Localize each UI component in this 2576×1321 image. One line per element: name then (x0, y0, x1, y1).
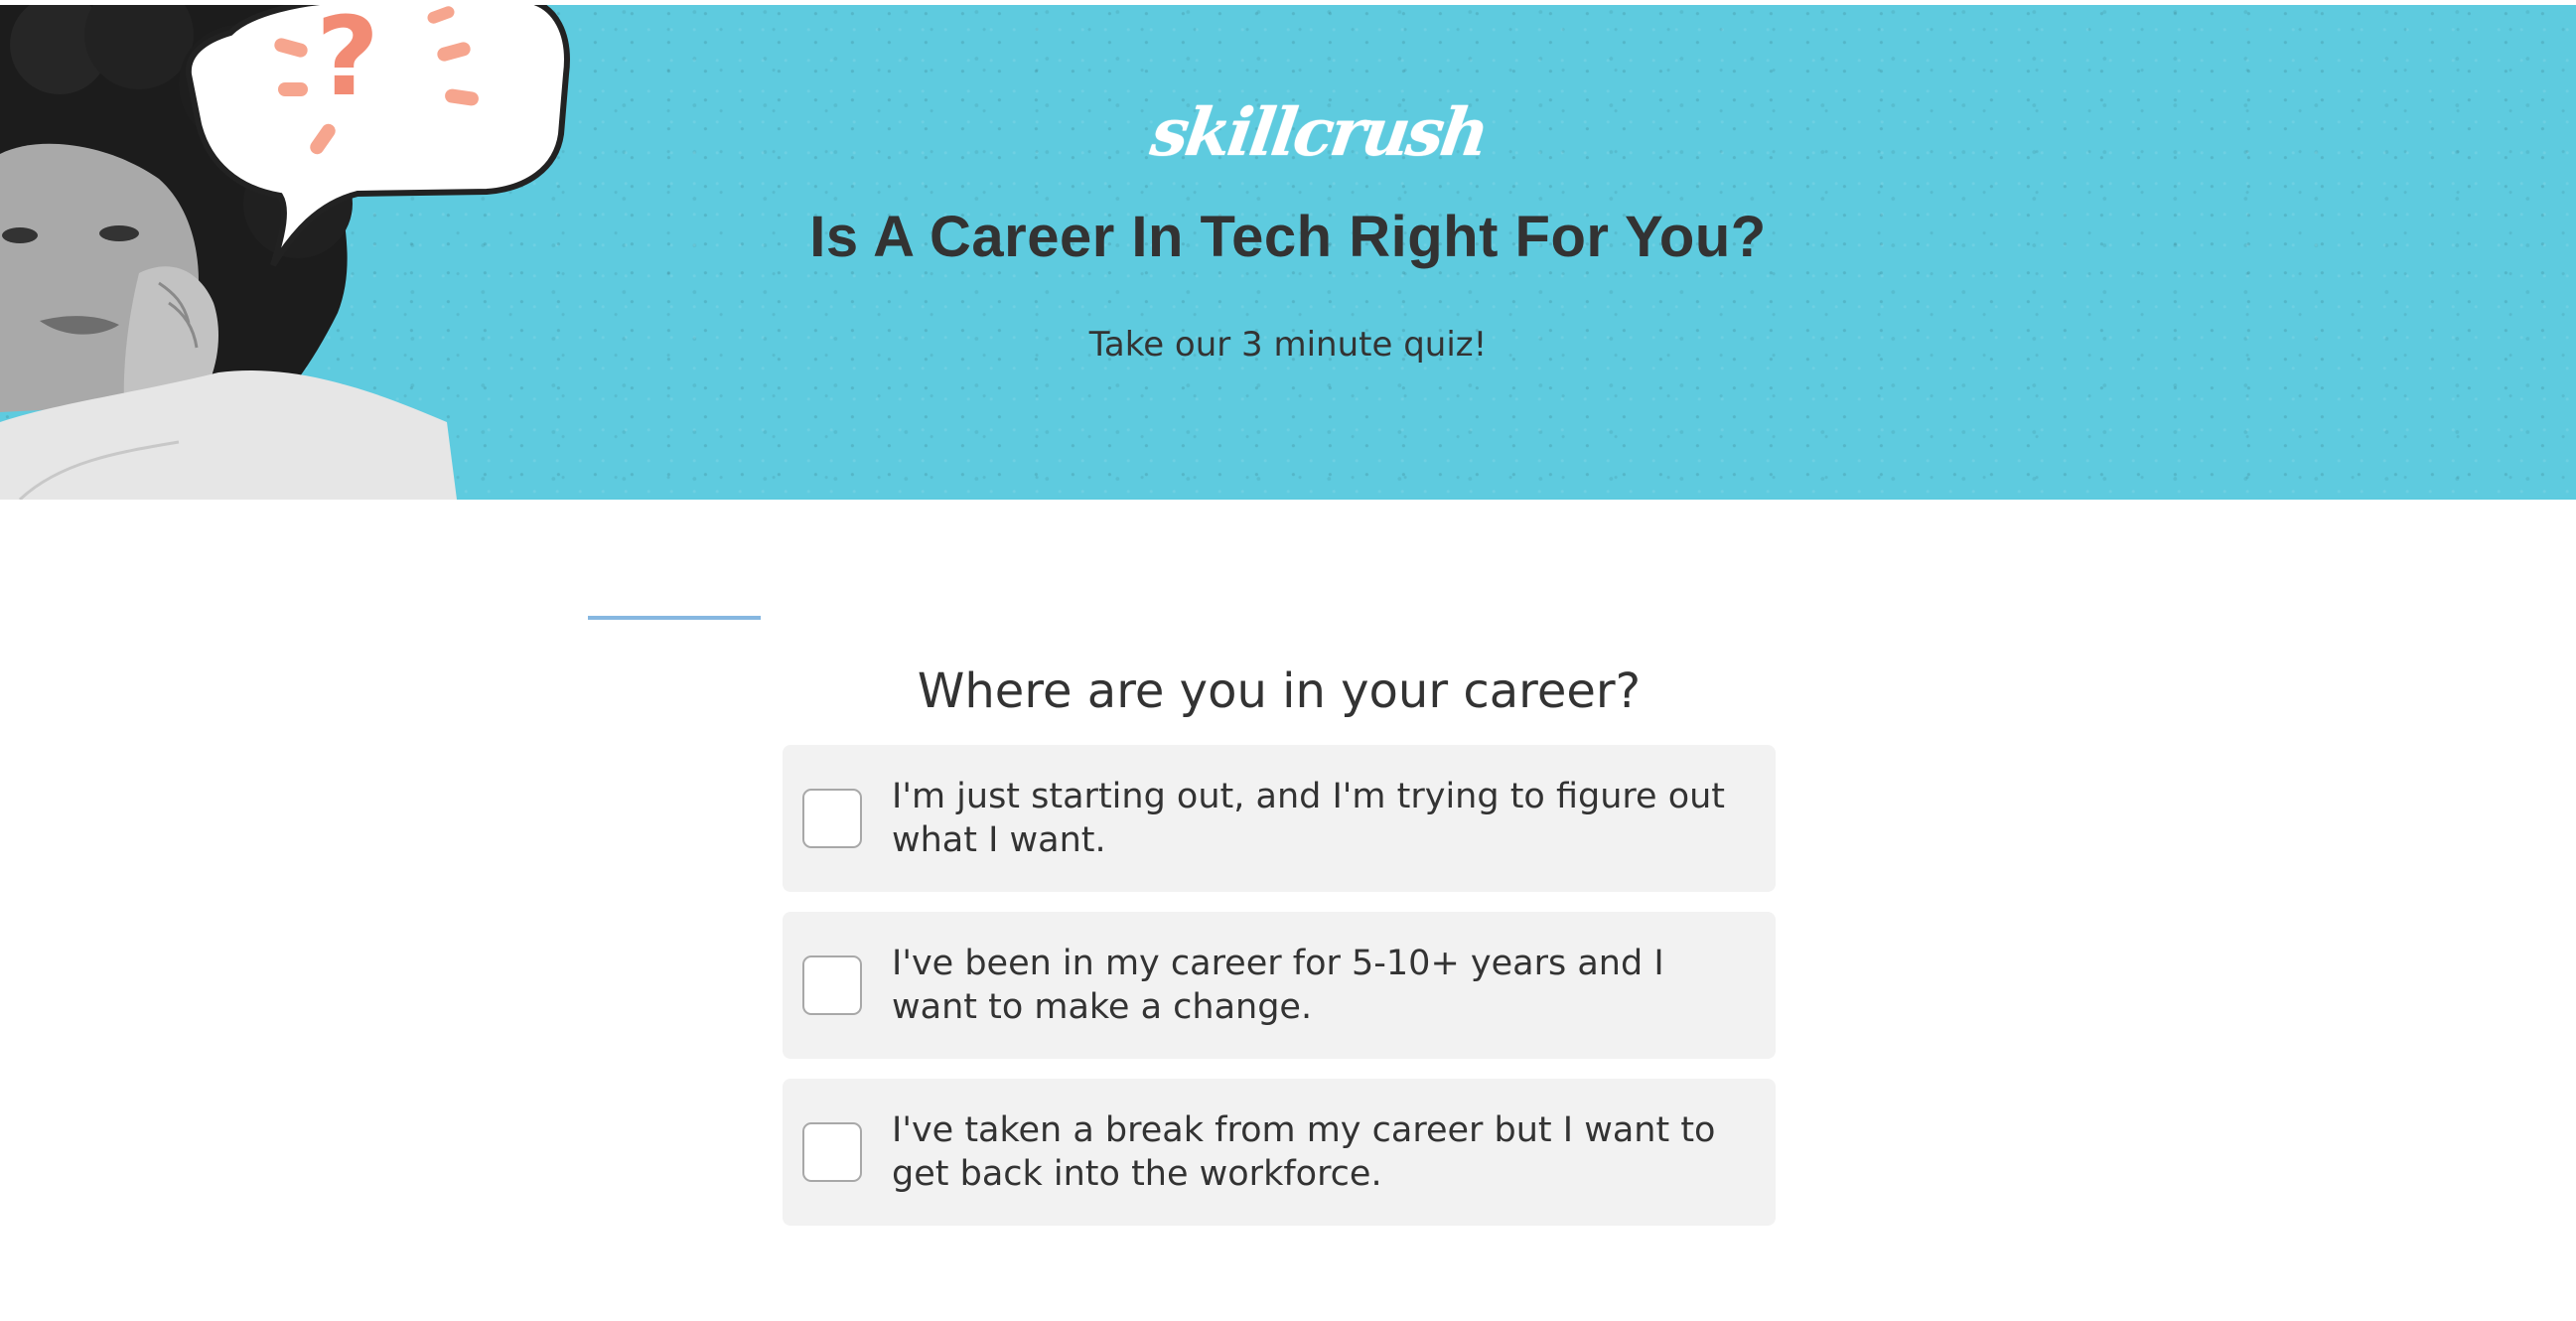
checkbox-return-to-work[interactable] (802, 1122, 862, 1182)
checkbox-starting-out[interactable] (802, 789, 862, 848)
answer-option-starting-out[interactable]: I'm just starting out, and I'm trying to… (783, 745, 1776, 892)
skillcrush-logo[interactable]: skillcrush (1146, 92, 1492, 172)
page-title: Is A Career In Tech Right For You? (809, 205, 1767, 269)
quiz-question: Where are you in your career? (917, 663, 1642, 719)
answer-option-label: I've taken a break from my career but I … (892, 1110, 1716, 1194)
svg-text:?: ? (316, 5, 379, 120)
page-subtitle: Take our 3 minute quiz! (1088, 325, 1488, 365)
answer-options: I'm just starting out, and I'm trying to… (783, 745, 1776, 1246)
quiz-progress-bar (588, 616, 761, 620)
answer-option-return-to-work[interactable]: I've taken a break from my career but I … (783, 1079, 1776, 1226)
answer-option-label: I've been in my career for 5-10+ years a… (892, 944, 1664, 1027)
checkbox-career-change[interactable] (802, 955, 862, 1015)
answer-option-label: I'm just starting out, and I'm trying to… (892, 777, 1726, 860)
quiz-page: ? skillcrush Is A Career In Tech Right F… (0, 0, 2576, 1321)
hero-banner: ? skillcrush Is A Career In Tech Right F… (0, 5, 2576, 500)
answer-option-career-change[interactable]: I've been in my career for 5-10+ years a… (783, 912, 1776, 1059)
